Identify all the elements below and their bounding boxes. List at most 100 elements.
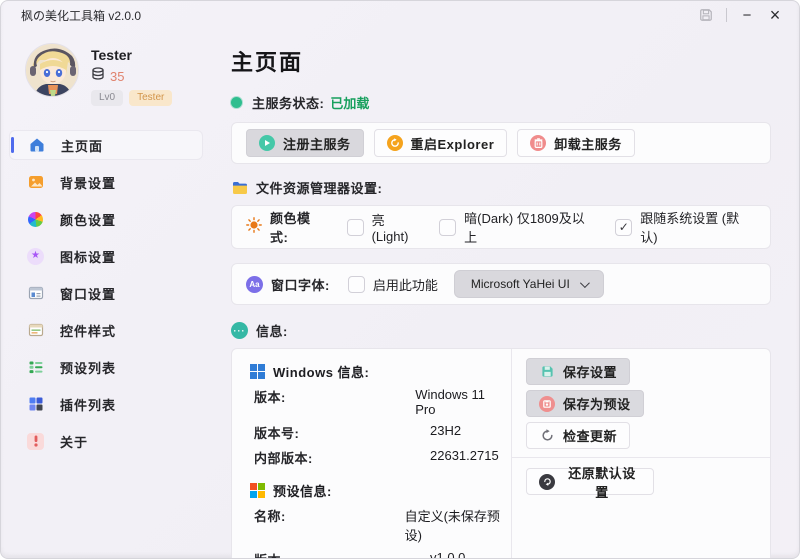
preset-list-icon (27, 359, 44, 376)
font-select-dropdown[interactable]: Microsoft YaHei UI (454, 270, 604, 298)
service-status-row: 主服务状态: 已加载 (231, 93, 771, 112)
info-row-value: v1.0.0 (430, 550, 465, 559)
system-mode-option: ✓ 跟随系统设置 (默认) (615, 208, 756, 246)
service-status-value: 已加载 (330, 93, 369, 112)
info-right-column: 保存设置 保存为预设 检查更新 (512, 349, 770, 559)
check-update-button[interactable]: 检查更新 (526, 422, 630, 449)
light-mode-checkbox[interactable] (347, 219, 364, 236)
info-row: 版本: Windows 11 Pro (250, 387, 501, 417)
register-service-button[interactable]: 注册主服务 (246, 129, 364, 157)
sidebar-item-icon[interactable]: ★ 图标设置 (9, 241, 203, 271)
avatar (25, 43, 79, 97)
save-settings-icon (539, 364, 555, 380)
sidebar-item-background[interactable]: 背景设置 (9, 167, 203, 197)
restore-icon (539, 474, 555, 490)
sidebar-item-plugins[interactable]: 插件列表 (9, 389, 203, 419)
color-wheel-icon (27, 211, 44, 228)
dark-mode-checkbox[interactable] (439, 219, 456, 236)
preset-info-header: 预设信息: (250, 481, 501, 500)
coin-count: 35 (110, 69, 124, 84)
save-as-preset-button[interactable]: 保存为预设 (526, 390, 644, 417)
info-horizontal-divider (512, 457, 770, 458)
save-icon (699, 8, 713, 22)
sidebar-item-about[interactable]: 关于 (9, 426, 203, 456)
coins-icon (91, 67, 105, 85)
sidebar-item-controls[interactable]: 控件样式 (9, 315, 203, 345)
info-row-label: 版本号: (254, 423, 430, 442)
titlebar-save-button[interactable] (692, 4, 720, 26)
sidebar-item-presets[interactable]: 预设列表 (9, 352, 203, 382)
page-title: 主页面 (231, 45, 771, 77)
info-row: 名称: 自定义(未保存预设) (250, 506, 501, 544)
close-icon: × (770, 6, 781, 24)
info-section-header: ··· 信息: (231, 321, 771, 340)
home-icon (28, 137, 45, 154)
close-button[interactable]: × (761, 4, 789, 26)
sun-icon (246, 217, 262, 238)
plugin-list-icon (27, 396, 44, 413)
profile-name: Tester (91, 47, 172, 63)
status-dot-icon (231, 97, 242, 108)
sidebar-item-label: 预设列表 (60, 358, 116, 377)
check-update-icon (539, 428, 555, 444)
info-row-value: 22631.2715 (430, 448, 499, 467)
window-font-label: 窗口字体: (271, 275, 330, 294)
service-buttons-card: 注册主服务 重启Explorer 卸载主服务 (231, 122, 771, 164)
sidebar-item-label: 插件列表 (60, 395, 116, 414)
chevron-down-icon (580, 278, 590, 288)
play-icon (259, 135, 275, 151)
info-row: 版本: v1.0.0 (250, 550, 501, 559)
app-title: 枫の美化工具箱 v2.0.0 (21, 7, 141, 24)
info-row: 版本号: 23H2 (250, 423, 501, 442)
uninstall-service-button[interactable]: 卸载主服务 (517, 129, 635, 157)
font-enable-label: 启用此功能 (373, 275, 438, 294)
explorer-section-header: 文件资源管理器设置: (231, 178, 771, 197)
save-as-preset-icon (539, 396, 555, 412)
info-left-column: Windows 信息: 版本: Windows 11 Pro 版本号: 23H2… (232, 349, 511, 559)
explorer-section-title: 文件资源管理器设置: (256, 178, 382, 197)
sidebar-item-color[interactable]: 颜色设置 (9, 204, 203, 234)
font-aa-icon: Aa (246, 276, 263, 293)
minimize-button[interactable]: − (733, 4, 761, 26)
window-font-card: Aa 窗口字体: 启用此功能 Microsoft YaHei UI (231, 263, 771, 305)
level-badge: Lv0 (91, 90, 123, 106)
about-icon (27, 433, 44, 450)
system-mode-checkbox[interactable]: ✓ (615, 219, 632, 236)
save-settings-button[interactable]: 保存设置 (526, 358, 630, 385)
check-icon: ✓ (619, 221, 629, 233)
titlebar: 枫の美化工具箱 v2.0.0 − × (1, 1, 799, 29)
sidebar-item-label: 窗口设置 (60, 284, 116, 303)
star-icon: ★ (27, 248, 44, 265)
light-mode-option: 亮(Light) (347, 210, 422, 244)
sidebar: Tester 35 Lv0 Tester (1, 29, 211, 558)
sidebar-item-label: 关于 (60, 432, 88, 451)
sidebar-item-window[interactable]: 窗口设置 (9, 278, 203, 308)
light-mode-label: 亮(Light) (372, 210, 422, 244)
role-badge: Tester (129, 90, 172, 106)
refresh-icon (387, 135, 403, 151)
sidebar-menu: 主页面 背景设置 颜色设置 ★ (1, 130, 211, 456)
sidebar-item-home[interactable]: 主页面 (9, 130, 203, 160)
font-enable-option: 启用此功能 (348, 275, 438, 294)
font-select-value: Microsoft YaHei UI (471, 277, 570, 291)
restore-defaults-button[interactable]: 还原默认设置 (526, 468, 654, 495)
background-settings-icon (27, 174, 44, 191)
info-row-value: Windows 11 Pro (415, 387, 501, 417)
dark-mode-option: 暗(Dark) 仅1809及以上 (439, 208, 597, 246)
main-content: 主页面 主服务状态: 已加载 注册主服务 重启Explo (211, 29, 799, 558)
info-row-value: 自定义(未保存预设) (405, 506, 501, 544)
restart-explorer-button[interactable]: 重启Explorer (374, 129, 508, 157)
service-status-label: 主服务状态: (252, 93, 324, 112)
color-mode-label: 颜色模式: (270, 208, 329, 246)
info-row: 内部版本: 22631.2715 (250, 448, 501, 467)
font-enable-checkbox[interactable] (348, 276, 365, 293)
info-row-label: 版本: (254, 550, 430, 559)
minimize-icon: − (743, 8, 752, 23)
control-style-icon (27, 322, 44, 339)
sidebar-item-label: 主页面 (61, 136, 103, 155)
system-mode-label: 跟随系统设置 (默认) (640, 208, 756, 246)
info-card: Windows 信息: 版本: Windows 11 Pro 版本号: 23H2… (231, 348, 771, 559)
folder-icon (231, 179, 248, 196)
info-row-label: 版本: (254, 387, 415, 417)
color-mode-card: 颜色模式: 亮(Light) 暗(Dark) 仅1809及以上 ✓ 跟随系统设置… (231, 205, 771, 249)
